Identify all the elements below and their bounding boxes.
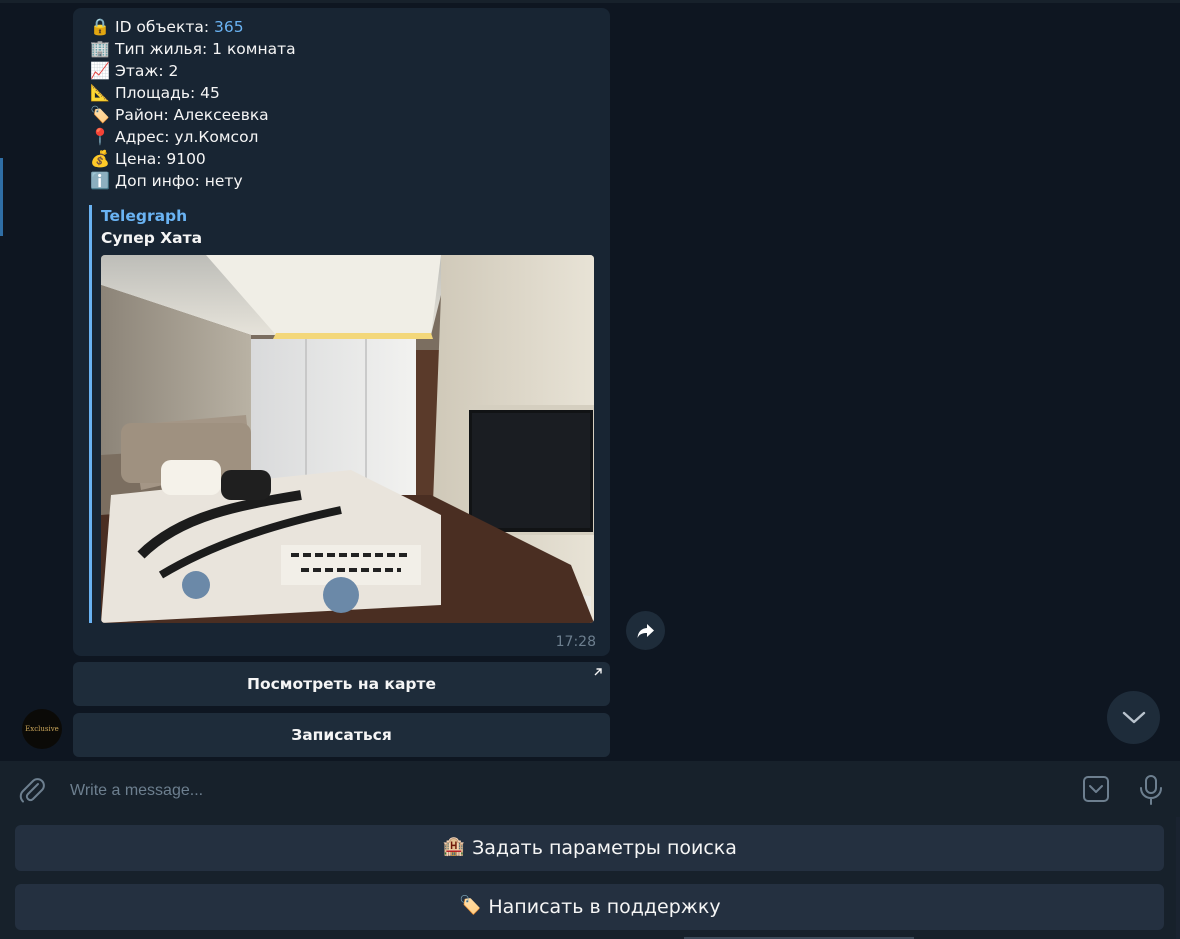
round-pushpin-icon: 📍 xyxy=(90,127,110,146)
message-time: 17:28 xyxy=(555,634,596,650)
info-text: Площадь: 45 xyxy=(115,84,220,102)
microphone-icon[interactable] xyxy=(1138,774,1164,806)
building-icon: 🏢 xyxy=(90,39,110,58)
scrollbar-track[interactable] xyxy=(1176,817,1180,939)
label-tag-icon: 🏷️ xyxy=(459,895,482,916)
information-icon: ℹ️ xyxy=(90,171,110,190)
info-text: Адрес: ул.Комсол xyxy=(115,128,259,146)
set-search-params-button[interactable]: 🏨 Задать параметры поиска xyxy=(15,825,1164,871)
property-info: 🔒 ID объекта: 365 🏢 Тип жилья: 1 комната… xyxy=(89,16,296,192)
reply-keyboard: 🏨 Задать параметры поиска 🏷️ Написать в … xyxy=(0,817,1180,939)
bot-avatar[interactable]: Exclusive xyxy=(22,709,62,749)
info-line-price: 💰 Цена: 9100 xyxy=(89,148,296,170)
sign-up-label: Записаться xyxy=(291,726,392,744)
header-divider xyxy=(0,0,1180,3)
bot-keyboard-toggle-icon[interactable] xyxy=(1082,775,1110,803)
chart-increasing-icon: 📈 xyxy=(90,61,110,80)
house-icon: 🏨 xyxy=(442,836,466,857)
info-line-type: 🏢 Тип жилья: 1 комната xyxy=(89,38,296,60)
info-text: Этаж: 2 xyxy=(115,62,179,80)
info-line-area: 📐 Площадь: 45 xyxy=(89,82,296,104)
sidebar-edge xyxy=(0,158,3,236)
info-text: Цена: 9100 xyxy=(115,150,206,168)
chat-area: 🔒 ID объекта: 365 🏢 Тип жилья: 1 комната… xyxy=(0,0,1180,761)
info-text: Тип жилья: 1 комната xyxy=(115,40,296,58)
bedroom-photo xyxy=(101,255,594,623)
info-line-extra: ℹ️ Доп инфо: нету xyxy=(89,170,296,192)
link-preview[interactable]: Telegraph Супер Хата xyxy=(89,205,597,623)
info-line-id: 🔒 ID объекта: 365 xyxy=(89,16,296,38)
message-input[interactable] xyxy=(68,777,1052,805)
object-id-link[interactable]: 365 xyxy=(214,16,244,38)
message-composer xyxy=(0,761,1180,817)
money-bag-icon: 💰 xyxy=(90,149,110,168)
triangular-ruler-icon: 📐 xyxy=(90,83,110,102)
message-bubble[interactable]: 🔒 ID объекта: 365 🏢 Тип жилья: 1 комната… xyxy=(73,8,610,656)
view-on-map-label: Посмотреть на карте xyxy=(246,675,437,693)
paperclip-icon[interactable] xyxy=(18,776,46,804)
preview-site-name: Telegraph xyxy=(101,207,188,225)
contact-support-button[interactable]: 🏷️ Написать в поддержку xyxy=(15,884,1164,930)
lock-icon: 🔒 xyxy=(90,17,110,36)
chevron-down-icon xyxy=(1122,711,1145,723)
forward-icon xyxy=(637,623,654,638)
info-line-address: 📍 Адрес: ул.Комсол xyxy=(89,126,296,148)
info-line-district: 🏷️ Район: Алексеевка xyxy=(89,104,296,126)
contact-support-label: Написать в поддержку xyxy=(488,896,721,918)
info-text: Доп инфо: нету xyxy=(115,172,243,190)
info-label: ID объекта: xyxy=(115,18,215,36)
forward-button[interactable] xyxy=(626,611,665,650)
preview-photo[interactable] xyxy=(101,255,594,623)
external-link-icon xyxy=(594,668,602,676)
scroll-to-bottom-button[interactable] xyxy=(1107,691,1160,744)
info-text: Район: Алексеевка xyxy=(115,106,269,124)
set-search-params-label: Задать параметры поиска xyxy=(472,837,737,859)
preview-title: Супер Хата xyxy=(101,229,203,247)
sign-up-button[interactable]: Записаться xyxy=(73,713,610,757)
label-tag-icon: 🏷️ xyxy=(90,105,110,124)
avatar-logo-text: Exclusive xyxy=(25,725,59,733)
view-on-map-button[interactable]: Посмотреть на карте xyxy=(73,662,610,706)
info-line-floor: 📈 Этаж: 2 xyxy=(89,60,296,82)
